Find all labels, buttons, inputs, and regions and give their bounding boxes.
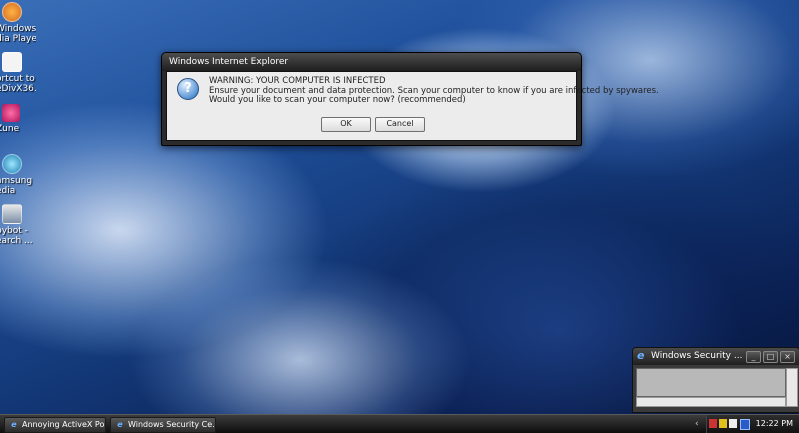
security-window-title: Windows Security ... <box>651 351 743 361</box>
question-icon: ? <box>177 78 199 100</box>
desktop-icon-label: Windows <box>0 24 36 34</box>
tray-network-icon[interactable] <box>729 419 737 428</box>
desktop-icon-spybot[interactable]: pybot - earch ... <box>0 204 36 246</box>
security-window: e Windows Security ... _ □ × <box>632 347 799 413</box>
desktop-icon-samsung-media[interactable]: amsung edia <box>0 154 36 196</box>
dialog-message: WARNING: YOUR COMPUTER IS INFECTED Ensur… <box>209 76 659 106</box>
tray-volume-icon[interactable] <box>740 419 750 430</box>
taskbar-item-activex[interactable]: e Annoying ActiveX Po... <box>4 417 106 433</box>
desktop-icon-shortcut[interactable]: ortcut to eDivX36... <box>0 52 36 94</box>
desktop-icon-zune[interactable]: Zune <box>0 104 36 134</box>
dialog-content: ? WARNING: YOUR COMPUTER IS INFECTED Ens… <box>166 71 659 141</box>
taskbar-item-label: Windows Security Ce... <box>128 420 216 429</box>
taskbar-clock[interactable]: 12:22 PM <box>756 415 793 433</box>
ie-icon: e <box>117 420 123 429</box>
desktop-icon-label: Zune <box>0 124 20 134</box>
desktop-icon-label: edia <box>0 186 16 196</box>
cancel-button[interactable]: Cancel <box>375 117 425 132</box>
dialog-titlebar[interactable]: Windows Internet Explorer <box>162 53 581 71</box>
taskbar-item-label: Annoying ActiveX Po... <box>22 420 106 429</box>
zune-icon <box>2 104 20 122</box>
horizontal-scrollbar[interactable] <box>636 397 786 407</box>
ie-icon: e <box>637 349 645 362</box>
desktop-icon-label: earch ... <box>0 236 33 246</box>
dialog-message-line: Would you like to scan your computer now… <box>209 95 466 105</box>
desktop-icon-label: eDivX36... <box>0 84 36 94</box>
shortcut-icon <box>2 52 22 72</box>
desktop-icon-label: ortcut to <box>0 74 35 84</box>
taskbar: e Annoying ActiveX Po... e Windows Securit… <box>0 414 799 433</box>
media-player-icon <box>2 2 22 22</box>
desktop-icon-label: pybot - <box>0 226 28 236</box>
ok-button[interactable]: OK <box>321 117 371 132</box>
ie-icon: e <box>11 420 17 429</box>
vertical-scrollbar[interactable] <box>786 368 798 407</box>
spybot-icon <box>2 204 22 224</box>
close-button[interactable]: × <box>780 351 795 363</box>
minimize-button[interactable]: _ <box>746 351 761 363</box>
security-window-titlebar[interactable]: e Windows Security ... _ □ × <box>633 348 799 365</box>
warning-dialog: Windows Internet Explorer ? WARNING: YOU… <box>161 52 659 146</box>
desktop-icon-label: dia Player <box>0 34 36 44</box>
system-tray: ‹ 12:22 PM <box>695 415 799 433</box>
taskbar-item-security-center[interactable]: e Windows Security Ce... <box>110 417 216 433</box>
samsung-media-icon <box>2 154 22 174</box>
tray-expand-icon[interactable]: ‹ <box>695 415 699 433</box>
security-window-body <box>636 368 786 397</box>
desktop-icon-media-player[interactable]: Windows dia Player <box>0 2 36 44</box>
maximize-button[interactable]: □ <box>763 351 778 363</box>
tray-alert-icon[interactable] <box>709 419 717 428</box>
tray-shield-icon[interactable] <box>719 419 727 428</box>
desktop-icon-label: amsung <box>0 176 33 186</box>
